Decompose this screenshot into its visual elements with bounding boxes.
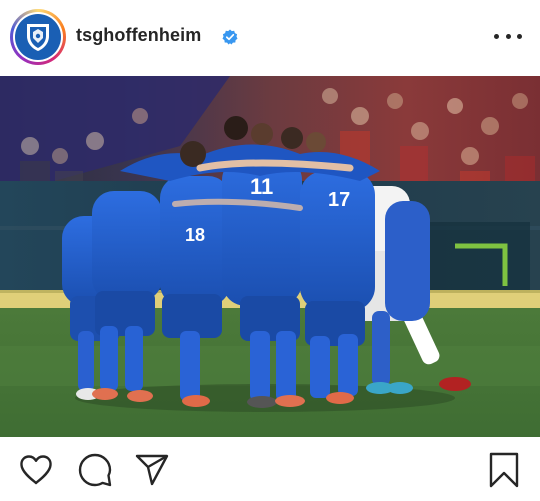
- avatar[interactable]: [10, 9, 66, 65]
- share-icon[interactable]: [134, 452, 170, 488]
- post-actions: [0, 437, 540, 501]
- username-link[interactable]: tsghoffenheim: [76, 25, 201, 46]
- team-huddle-photo: 18 11 17: [0, 76, 540, 437]
- more-icon[interactable]: [494, 26, 522, 46]
- heart-icon[interactable]: [18, 452, 54, 488]
- post-photo[interactable]: 18 11 17: [0, 76, 540, 437]
- club-crest-icon: [15, 14, 61, 60]
- bookmark-icon[interactable]: [486, 452, 522, 488]
- comment-icon[interactable]: [77, 452, 113, 488]
- verified-badge-icon: [222, 29, 238, 45]
- jersey-number: 11: [250, 174, 273, 199]
- post-header: tsghoffenheim: [0, 0, 540, 74]
- more-dot: [494, 33, 499, 39]
- jersey-number: 17: [328, 189, 350, 211]
- avatar-border: [13, 12, 63, 62]
- more-dot: [517, 33, 522, 39]
- more-dot: [505, 33, 511, 39]
- jersey-number: 18: [185, 225, 205, 245]
